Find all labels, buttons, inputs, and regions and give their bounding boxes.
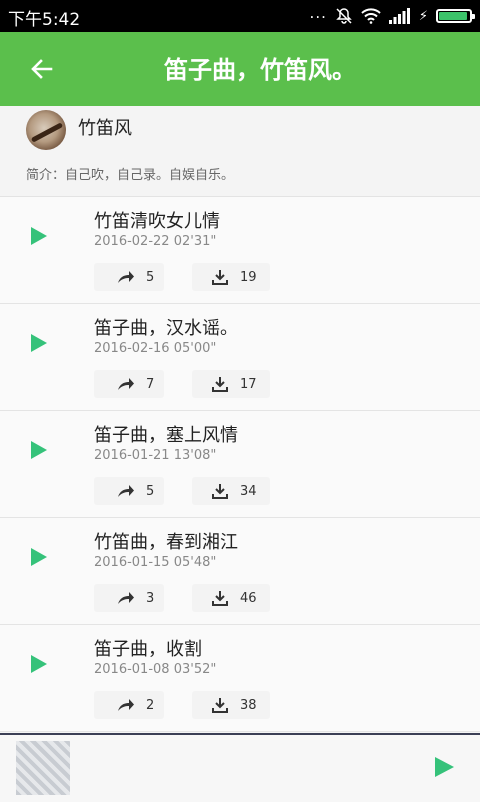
list-item[interactable]: 笛子曲，塞上风情 2016-01-21 13'08" 5 34 [0, 411, 480, 518]
download-count: 46 [240, 590, 257, 606]
download-button[interactable]: 17 [192, 370, 270, 398]
play-icon[interactable] [28, 546, 50, 568]
track-date: 2016-01-08 [94, 662, 170, 677]
track-date-duration: 2016-01-08 03'52" [94, 662, 216, 677]
author-avatar[interactable] [26, 110, 66, 150]
share-count: 5 [146, 269, 155, 285]
share-icon [116, 590, 136, 606]
track-date-duration: 2016-02-22 02'31" [94, 234, 216, 249]
track-duration: 13'08" [173, 448, 217, 463]
play-icon[interactable] [28, 332, 50, 354]
app-bar: 笛子曲，竹笛风。 [0, 32, 480, 106]
share-icon [116, 376, 136, 392]
download-icon [210, 697, 230, 713]
track-title: 笛子曲，塞上风情 [94, 425, 238, 446]
mini-player [0, 733, 480, 802]
page-title: 笛子曲，竹笛风。 [164, 56, 356, 84]
track-title: 笛子曲，收割 [94, 639, 202, 660]
author-name[interactable]: 竹笛风 [78, 114, 132, 140]
track-title: 竹笛清吹女儿情 [94, 211, 220, 232]
notification-dots: ... [309, 4, 327, 22]
share-count: 3 [146, 590, 155, 606]
share-button[interactable]: 5 [94, 263, 164, 291]
download-icon [210, 590, 230, 606]
download-button[interactable]: 34 [192, 477, 270, 505]
track-date: 2016-01-21 [94, 448, 170, 463]
share-button[interactable]: 5 [94, 477, 164, 505]
track-date: 2016-01-15 [94, 555, 170, 570]
share-button[interactable]: 7 [94, 370, 164, 398]
play-icon[interactable] [28, 439, 50, 461]
track-list: 竹笛清吹女儿情 2016-02-22 02'31" 5 19 笛子曲，汉水谣。 … [0, 197, 480, 732]
track-date-duration: 2016-01-15 05'48" [94, 555, 216, 570]
download-icon [210, 483, 230, 499]
share-count: 5 [146, 483, 155, 499]
download-icon [210, 269, 230, 285]
list-item[interactable]: 笛子曲，汉水谣。 2016-02-16 05'00" 7 17 [0, 304, 480, 411]
share-count: 7 [146, 376, 155, 392]
play-icon[interactable] [28, 653, 50, 675]
track-duration: 02'31" [173, 234, 217, 249]
list-item[interactable]: 竹笛曲，春到湘江 2016-01-15 05'48" 3 46 [0, 518, 480, 625]
track-title: 笛子曲，汉水谣。 [94, 318, 238, 339]
author-intro: 简介：自己吹，自己录。自娱自乐。 [26, 168, 235, 183]
list-item[interactable]: 笛子曲，收割 2016-01-08 03'52" 2 38 [0, 625, 480, 732]
play-icon[interactable] [432, 755, 456, 779]
status-icons: ... ⚡ [309, 4, 475, 26]
download-button[interactable]: 38 [192, 691, 270, 719]
download-button[interactable]: 46 [192, 584, 270, 612]
status-bar: 下午5:42 ... ⚡ [0, 0, 480, 32]
wifi-icon [361, 8, 381, 24]
share-count: 2 [146, 697, 155, 713]
album-cover[interactable] [16, 741, 70, 795]
signal-icon [388, 8, 410, 24]
back-button[interactable] [22, 52, 62, 86]
list-item[interactable]: 竹笛清吹女儿情 2016-02-22 02'31" 5 19 [0, 197, 480, 304]
album-header: 竹笛风 简介：自己吹，自己录。自娱自乐。 [0, 106, 480, 197]
download-count: 17 [240, 376, 257, 392]
share-icon [116, 269, 136, 285]
download-button[interactable]: 19 [192, 263, 270, 291]
track-date: 2016-02-16 [94, 341, 170, 356]
track-date-duration: 2016-02-16 05'00" [94, 341, 216, 356]
track-duration: 03'52" [173, 662, 217, 677]
play-icon[interactable] [28, 225, 50, 247]
track-duration: 05'00" [173, 341, 217, 356]
download-icon [210, 376, 230, 392]
download-count: 38 [240, 697, 257, 713]
download-count: 19 [240, 269, 257, 285]
track-duration: 05'48" [173, 555, 217, 570]
charging-icon: ⚡ [418, 8, 428, 24]
mute-icon [336, 8, 352, 24]
share-icon [116, 697, 136, 713]
track-date: 2016-02-22 [94, 234, 170, 249]
arrow-left-icon [31, 59, 53, 79]
share-icon [116, 483, 136, 499]
battery-icon [436, 9, 475, 23]
share-button[interactable]: 3 [94, 584, 164, 612]
track-date-duration: 2016-01-21 13'08" [94, 448, 216, 463]
download-count: 34 [240, 483, 257, 499]
track-title: 竹笛曲，春到湘江 [94, 532, 238, 553]
status-time: 下午5:42 [8, 10, 81, 30]
share-button[interactable]: 2 [94, 691, 164, 719]
